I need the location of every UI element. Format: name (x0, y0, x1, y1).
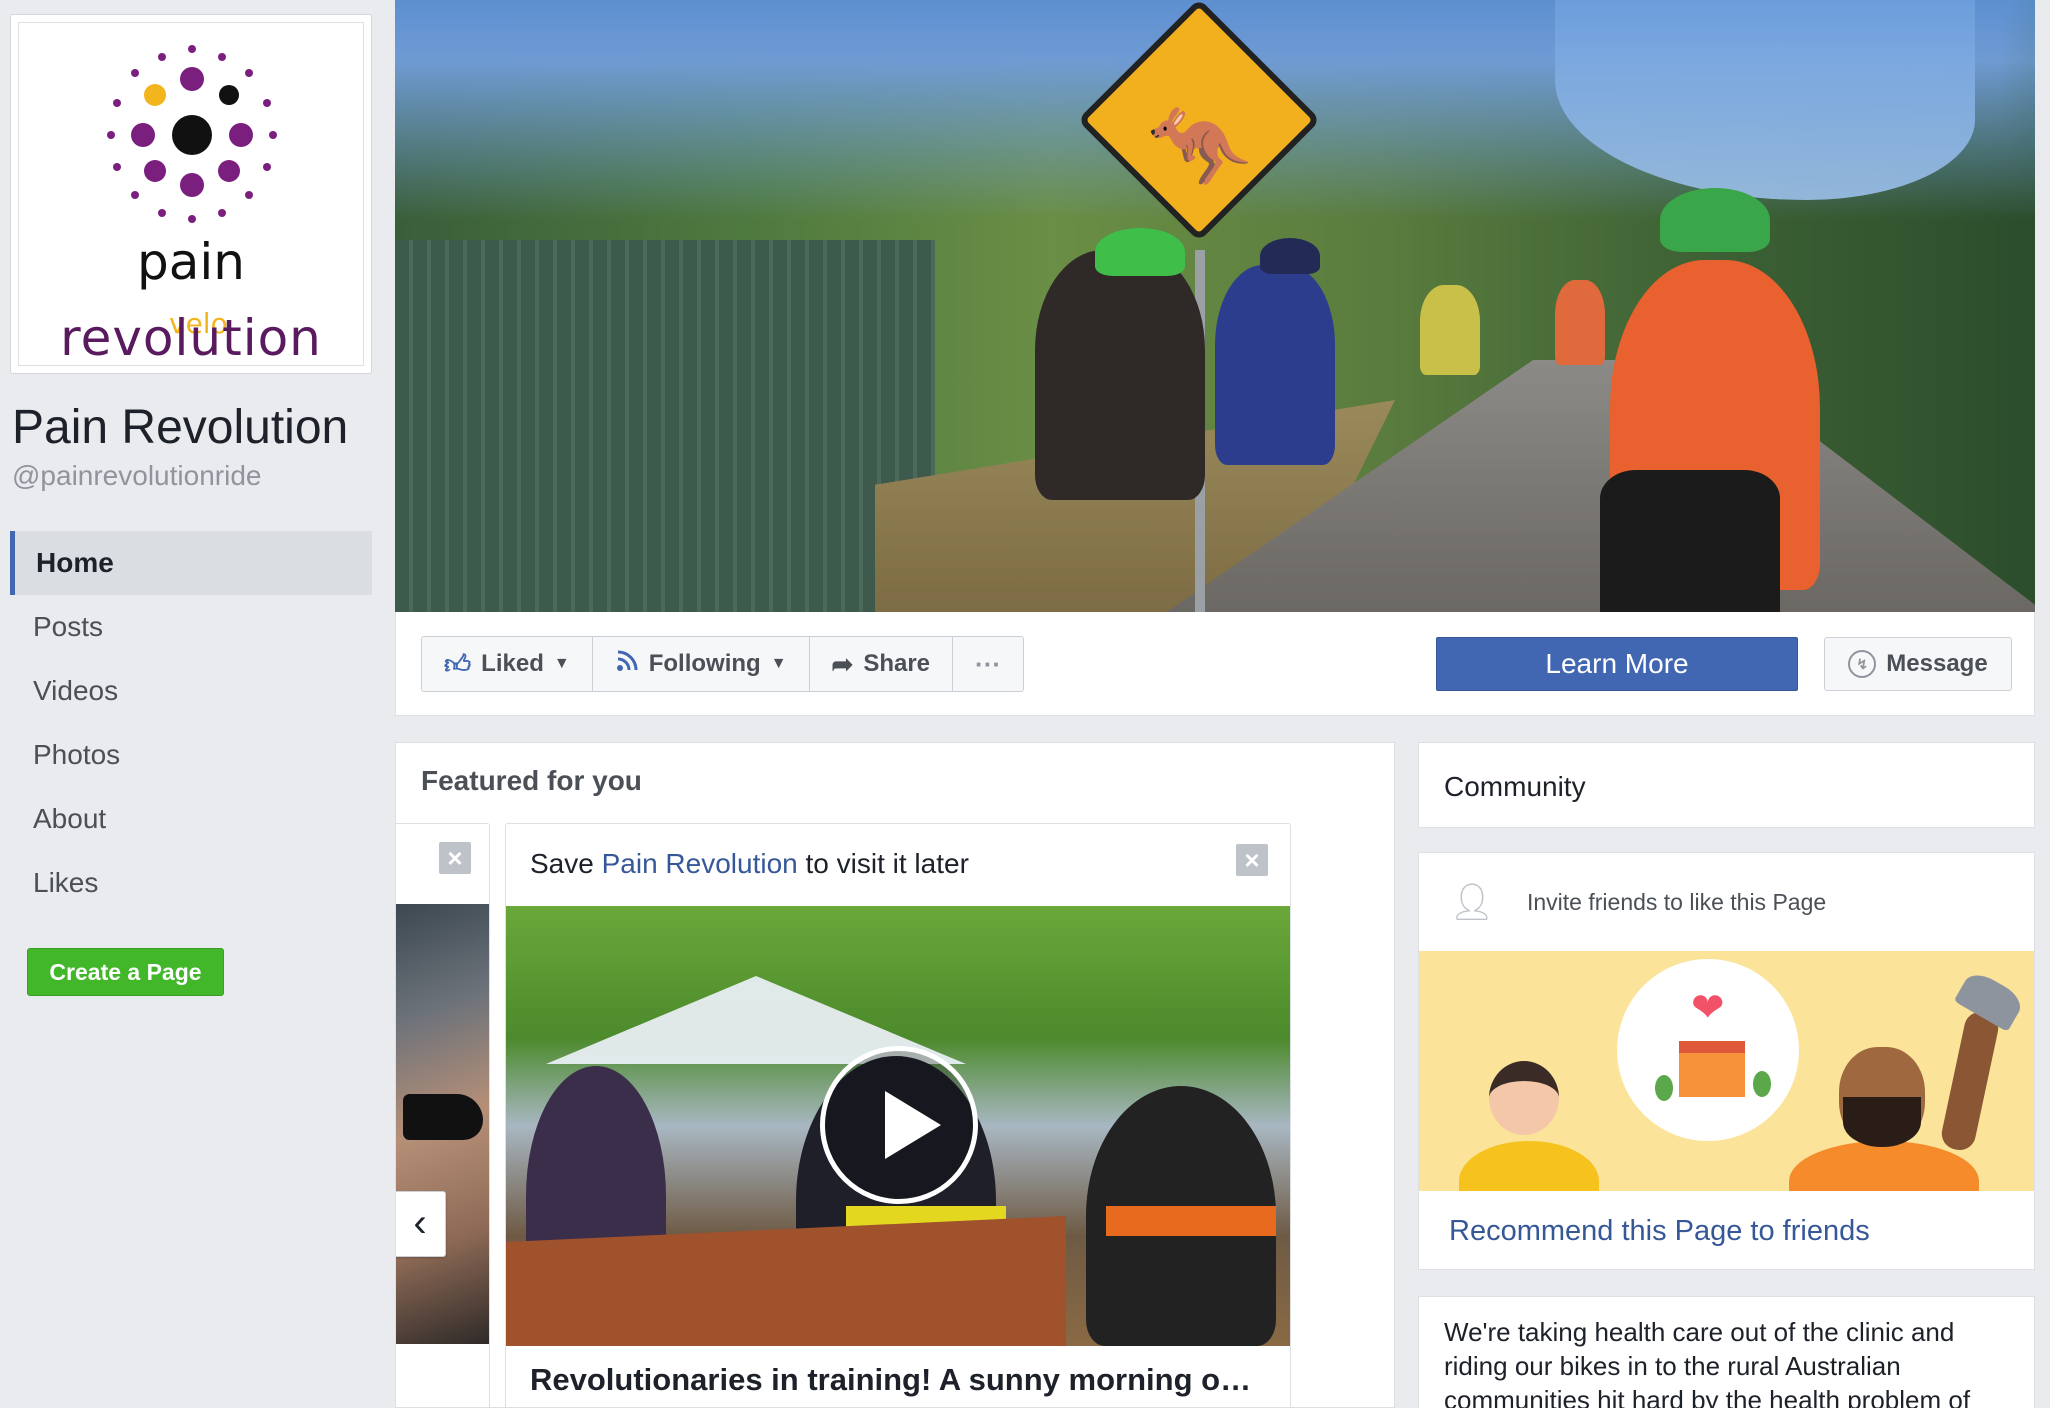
tree-icon (1655, 1075, 1673, 1101)
recommend-page-link[interactable]: Recommend this Page to friends (1449, 1215, 1870, 1248)
cyclist (1035, 250, 1205, 500)
woman-figure (1489, 1061, 1559, 1135)
save-page-link[interactable]: Pain Revolution (602, 848, 798, 879)
invite-friends-card: 👤︎ Invite friends to like this Page ❤ Re… (1418, 852, 2035, 1270)
save-page-card: Save Pain Revolution to visit it later ×… (505, 823, 1291, 1407)
cyclist (1420, 285, 1480, 375)
cover-sky (1555, 0, 1975, 200)
page-username[interactable]: @painrevolutionride (12, 460, 261, 492)
more-dots-icon: ··· (975, 648, 1002, 679)
tree-icon (1753, 1071, 1771, 1097)
caret-down-icon: ▼ (770, 655, 787, 672)
learn-more-button[interactable]: Learn More (1436, 637, 1798, 691)
nav-item-likes[interactable]: Likes (10, 851, 372, 915)
cyclist-helmet (1095, 228, 1185, 276)
cyclist (1555, 280, 1605, 365)
nav-item-about[interactable]: About (10, 787, 372, 851)
community-title[interactable]: Community (1444, 771, 1586, 803)
cover-fence (395, 240, 935, 612)
featured-title: Featured for you (421, 765, 642, 796)
rss-icon (615, 649, 639, 680)
nav-item-videos[interactable]: Videos (10, 659, 372, 723)
share-button[interactable]: ➦ Share (810, 637, 954, 691)
messenger-icon: ↯ (1848, 650, 1877, 678)
nav-item-home[interactable]: Home (10, 531, 372, 595)
play-icon[interactable] (820, 1046, 978, 1204)
heart-icon: ❤ (1691, 986, 1725, 1030)
man-body (1789, 1141, 1979, 1191)
cyclist (1215, 265, 1335, 465)
create-page-button[interactable]: Create a Page (27, 948, 224, 996)
page-action-bar: 👍︎ Liked ▼ Following ▼ ➦ Share ··· Learn… (395, 612, 2035, 716)
cover-photo[interactable]: 🦘 (395, 0, 2035, 612)
recommend-illustration: ❤ (1419, 951, 2034, 1191)
nav-item-posts[interactable]: Posts (10, 595, 372, 659)
following-label: Following (648, 650, 761, 677)
following-button[interactable]: Following ▼ (593, 637, 810, 691)
logo-word-revolution: revolution (60, 309, 322, 366)
page-nav: Home Posts Videos Photos About Likes (10, 531, 372, 915)
liked-label: Liked (481, 650, 544, 677)
close-icon[interactable]: × (1236, 844, 1268, 876)
about-description: We're taking health care out of the clin… (1444, 1317, 1971, 1408)
more-options-button[interactable]: ··· (953, 637, 1023, 691)
man-arm (1938, 1008, 2002, 1154)
save-suffix: to visit it later (797, 848, 969, 879)
community-card: Community (1418, 742, 2035, 828)
video-jersey-stripe (1106, 1206, 1276, 1236)
kangaroo-icon: 🦘 (1147, 98, 1252, 196)
cyclist-shorts (1600, 470, 1780, 612)
invite-friends-text: Invite friends to like this Page (1527, 889, 1827, 915)
cyclist-helmet (1660, 188, 1770, 252)
save-prefix: Save (530, 848, 602, 879)
thumbs-up-icon: 👍︎ (444, 648, 472, 679)
share-arrow-icon: ➦ (831, 648, 854, 679)
page-title: Pain Revolution (12, 401, 349, 454)
add-friend-icon: 👤︎ (1449, 881, 1495, 922)
close-icon[interactable]: × (439, 842, 471, 874)
action-button-group: 👍︎ Liked ▼ Following ▼ ➦ Share ··· (421, 636, 1025, 692)
invite-friends-row[interactable]: 👤︎ Invite friends to like this Page (1419, 853, 2034, 951)
cyclist-helmet (1260, 238, 1320, 274)
chevron-left-icon[interactable]: ‹ (396, 1191, 446, 1257)
logo-word-pain: pain (137, 233, 245, 291)
pain-revolution-logo: pain velo revolution (18, 22, 364, 366)
woman-body (1459, 1141, 1599, 1191)
featured-video[interactable] (506, 906, 1290, 1346)
caret-down-icon: ▼ (553, 655, 570, 672)
video-title[interactable]: Revolutionaries in training! A sunny mor… (530, 1362, 1270, 1398)
sunglasses-graphic (403, 1094, 483, 1140)
liked-button[interactable]: 👍︎ Liked ▼ (422, 637, 593, 691)
man-beard (1843, 1097, 1921, 1147)
previous-featured-card[interactable]: × (396, 823, 490, 1407)
nav-item-photos[interactable]: Photos (10, 723, 372, 787)
save-card-heading: Save Pain Revolution to visit it later (530, 848, 969, 880)
message-button[interactable]: ↯ Message (1824, 637, 2012, 691)
share-label: Share (863, 650, 931, 677)
about-card: We're taking health care out of the clin… (1418, 1296, 2035, 1408)
profile-picture[interactable]: pain velo revolution (10, 14, 372, 374)
message-label: Message (1886, 650, 1988, 677)
featured-for-you-section: Featured for you × ‹ Save Pain Revolutio… (395, 742, 1395, 1408)
shop-icon (1679, 1041, 1745, 1097)
